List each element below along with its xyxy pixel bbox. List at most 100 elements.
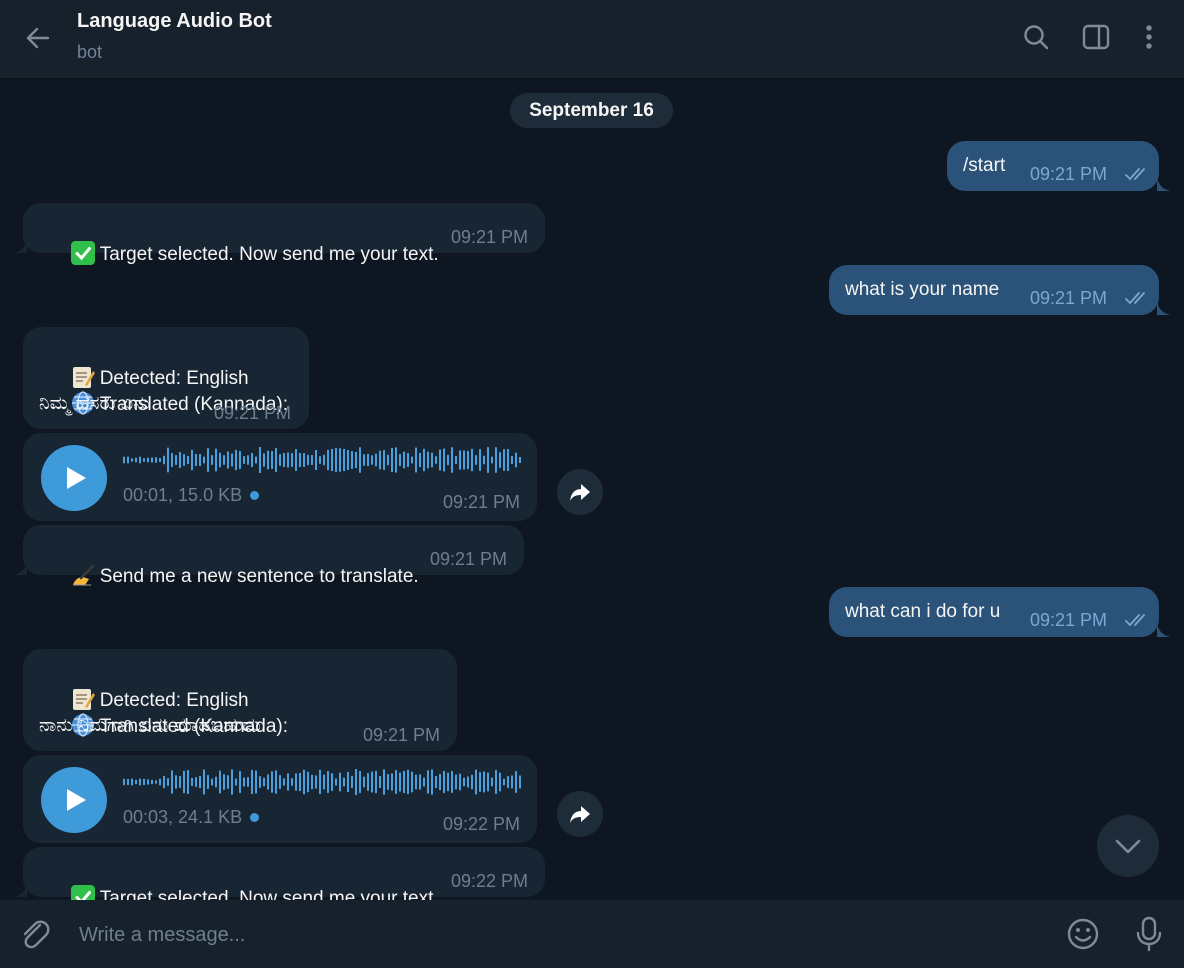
outgoing-message[interactable]: what can i do for u 09:21 PM — [829, 587, 1159, 637]
waveform-bar — [491, 456, 493, 464]
paperclip-icon[interactable] — [18, 917, 52, 951]
message-list[interactable]: September 16 /start 09:21 PM Target sele… — [0, 79, 1184, 909]
chevron-down-icon — [1115, 839, 1141, 854]
waveform-bar — [195, 453, 197, 467]
waveform-bar — [127, 456, 129, 464]
emoji-icon[interactable] — [1066, 917, 1100, 951]
waveform-bar — [423, 448, 425, 472]
chat-title[interactable]: Language Audio Bot — [77, 10, 272, 33]
incoming-message[interactable]: Target selected. Now send me your text. … — [23, 847, 545, 909]
waveform-bar — [359, 771, 361, 793]
waveform-bar — [503, 449, 505, 471]
outgoing-message[interactable]: what is your name 09:21 PM — [829, 265, 1159, 315]
waveform-bar — [151, 779, 153, 785]
waveform-bar — [227, 451, 229, 469]
waveform[interactable] — [123, 767, 523, 797]
waveform-bar — [415, 447, 417, 473]
waveform-bar — [459, 773, 461, 791]
waveform-bar — [135, 779, 137, 785]
waveform-bar — [155, 780, 157, 784]
translated-text: ನಿಮ್ಮ ಹೆಸರು ಏನು — [39, 393, 150, 414]
incoming-message[interactable]: Detected: English Translated (Kannada): … — [23, 649, 457, 751]
waveform-bar — [471, 448, 473, 472]
waveform-bar — [351, 451, 353, 469]
waveform-bar — [455, 774, 457, 790]
waveform-bar — [391, 447, 393, 473]
waveform-bar — [343, 448, 345, 472]
waveform-bar — [491, 777, 493, 787]
waveform-bar — [511, 456, 513, 464]
waveform-bar — [203, 456, 205, 464]
waveform-bar — [283, 453, 285, 467]
waveform-bar — [463, 450, 465, 470]
microphone-icon[interactable] — [1133, 916, 1165, 952]
waveform-bar — [279, 775, 281, 789]
waveform-bar — [407, 453, 409, 467]
waveform-bar — [231, 453, 233, 467]
message-time: 09:21 PM — [430, 549, 508, 569]
waveform-bar — [479, 449, 481, 471]
back-arrow-icon[interactable] — [22, 22, 54, 54]
play-button[interactable] — [41, 767, 107, 833]
bubble-tail — [1157, 301, 1171, 315]
waveform[interactable] — [123, 445, 523, 475]
waveform-bar — [259, 447, 261, 473]
forward-button[interactable] — [557, 791, 603, 837]
waveform-bar — [211, 778, 213, 786]
waveform-bar — [291, 778, 293, 786]
waveform-bar — [203, 769, 205, 795]
waveform-bar — [267, 450, 269, 470]
waveform-bar — [231, 769, 233, 795]
voice-message[interactable]: 00:03, 24.1 KB 09:22 PM — [23, 755, 537, 843]
waveform-bar — [223, 774, 225, 790]
forward-button[interactable] — [557, 469, 603, 515]
waveform-bar — [187, 770, 189, 794]
waveform-bar — [195, 777, 197, 787]
waveform-bar — [431, 769, 433, 795]
waveform-bar — [143, 458, 145, 462]
scroll-to-bottom-button[interactable] — [1097, 815, 1159, 877]
message-text: /start — [963, 155, 1006, 176]
bubble-tail — [13, 883, 27, 897]
message-input[interactable] — [77, 918, 981, 952]
writing-hand-emoji-icon — [72, 564, 94, 586]
waveform-bar — [499, 772, 501, 792]
search-icon[interactable] — [1021, 22, 1051, 52]
bubble-tail — [13, 239, 27, 253]
waveform-bar — [223, 455, 225, 465]
waveform-bar — [143, 778, 145, 786]
outgoing-message[interactable]: /start 09:21 PM — [947, 141, 1159, 191]
waveform-bar — [211, 455, 213, 465]
play-button[interactable] — [41, 445, 107, 511]
waveform-bar — [347, 450, 349, 470]
waveform-bar — [263, 777, 265, 787]
waveform-bar — [179, 776, 181, 788]
waveform-bar — [279, 454, 281, 466]
waveform-bar — [427, 770, 429, 794]
waveform-bar — [163, 775, 165, 789]
waveform-bar — [443, 770, 445, 794]
incoming-message[interactable]: Target selected. Now send me your text. … — [23, 203, 545, 265]
incoming-message[interactable]: Detected: English Translated (Kannada): … — [23, 327, 309, 429]
waveform-bar — [275, 770, 277, 794]
waveform-bar — [519, 456, 521, 464]
voice-message[interactable]: 00:01, 15.0 KB 09:21 PM — [23, 433, 537, 521]
more-options-icon[interactable] — [1134, 22, 1164, 52]
sidebar-toggle-icon[interactable] — [1081, 22, 1111, 52]
voice-duration-size: 00:03, 24.1 KB — [123, 807, 243, 827]
voice-duration-size: 00:01, 15.0 KB — [123, 485, 243, 505]
incoming-message[interactable]: Send me a new sentence to translate. 09:… — [23, 525, 524, 587]
waveform-bar — [247, 455, 249, 465]
waveform-bar — [271, 451, 273, 469]
waveform-bar — [255, 770, 257, 794]
waveform-bar — [363, 776, 365, 788]
waveform-bar — [503, 778, 505, 786]
waveform-bar — [343, 777, 345, 787]
waveform-bar — [399, 772, 401, 792]
waveform-bar — [263, 453, 265, 467]
waveform-bar — [199, 775, 201, 789]
waveform-bar — [407, 769, 409, 795]
waveform-bar — [239, 771, 241, 793]
waveform-bar — [435, 775, 437, 789]
waveform-bar — [387, 454, 389, 466]
